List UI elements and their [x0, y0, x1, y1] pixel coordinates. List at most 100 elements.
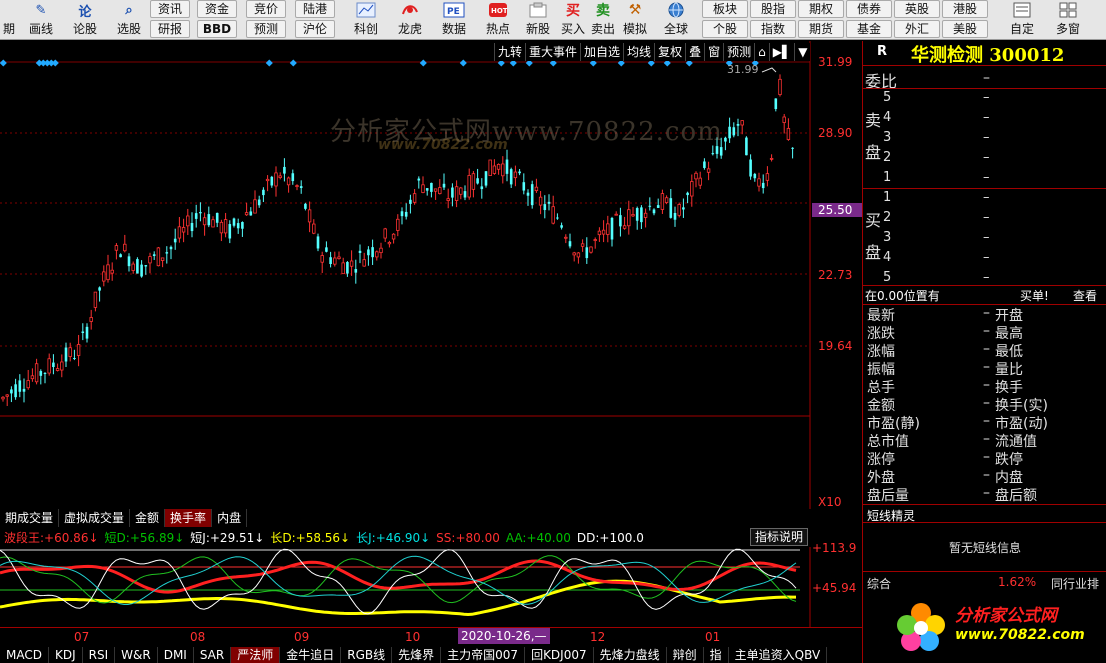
quote-label-right: 盘后额 [995, 488, 1037, 504]
indicator-tab-12[interactable]: 先烽力盘线 [594, 647, 667, 663]
toolbar-mid-4[interactable]: 新股 [518, 0, 558, 40]
indicator-tab-6[interactable]: 严法师 [231, 647, 281, 663]
toolbar-button-0[interactable]: 期 [0, 0, 18, 40]
quote-label-right: 最低 [995, 344, 1023, 360]
market-top-2[interactable]: 期权 [798, 0, 844, 18]
market-bottom-2[interactable]: 期货 [798, 20, 844, 38]
indicator-tab-13[interactable]: 辩创 [667, 647, 704, 663]
indicator-tab-8[interactable]: RGB线 [341, 647, 393, 663]
volume-tab-2[interactable]: 金额 [130, 509, 166, 527]
quote-value-left: – [983, 413, 990, 429]
global-button[interactable]: 全球 [660, 0, 692, 40]
toolbar: 期 ✎ 画线论论股 ⌕ 选股 资讯 资金 竞价 陆港研报 BBD 预测 沪伦 科创 龙虎 PE 数据 HOT… [0, 0, 1106, 40]
price-axis-label-4: 19.64 [818, 339, 853, 353]
quote-label-right: 市盈(动) [995, 416, 1048, 432]
market-top-4[interactable]: 英股 [894, 0, 940, 18]
dragon-tiger-icon [399, 1, 421, 19]
toolbar-grid-top-0[interactable]: 资讯 [150, 0, 190, 18]
volume-tab-1[interactable]: 虚拟成交量 [59, 509, 131, 527]
quote-label-right: 开盘 [995, 308, 1023, 324]
indicator-tab-4[interactable]: DMI [158, 647, 194, 663]
market-top-1[interactable]: 股指 [750, 0, 796, 18]
indicator-tab-10[interactable]: 主力帝国007 [441, 647, 526, 663]
toolbar-right-1[interactable]: 多窗 [1046, 0, 1090, 40]
quote-value-left: – [983, 341, 990, 357]
market-top-0[interactable]: 板块 [702, 0, 748, 18]
summary-label: 综合 [867, 577, 892, 591]
indicator-tab-11[interactable]: 回KDJ007 [525, 647, 594, 663]
toolbar-grid-bottom-2[interactable]: 预测 [246, 20, 286, 38]
indicator-value-3: 长D:+58.56↓ [270, 531, 351, 545]
indicator-help-button[interactable]: 指标说明 [750, 528, 809, 546]
chart-menu-item-8[interactable]: ⌂ [754, 43, 769, 61]
sell-side-label-1: 卖 [865, 111, 882, 130]
market-bottom-1[interactable]: 指数 [750, 20, 796, 38]
kline-chart[interactable]: 分析家公式网www.70822.com www.70822.com 九转 重大事件… [0, 41, 862, 509]
industry-rank-button[interactable]: 同行业排 [1051, 575, 1099, 592]
toolbar-grid-bottom-1[interactable]: BBD [197, 20, 237, 38]
chart-menu-item-1[interactable]: 重大事件 [525, 43, 580, 61]
toolbar-grid-bottom-0[interactable]: 研报 [150, 20, 190, 38]
volume-tab-0[interactable]: 期成交量 [0, 509, 60, 527]
toolbar-button-3[interactable]: ⌕ 选股 [108, 0, 150, 40]
chart-menu-item-10[interactable]: ▼ [794, 43, 810, 61]
chart-menu-item-2[interactable]: 加自选 [580, 43, 623, 61]
chart-menu-item-0[interactable]: 九转 [494, 43, 525, 61]
toolbar-button-2[interactable]: 论论股 [64, 0, 106, 40]
chart-menu-item-9[interactable]: ▶▌ [768, 43, 794, 61]
toolbar-mid-label: 新股 [525, 22, 550, 36]
sell-level: 1 [883, 170, 892, 185]
toolbar-trade-2[interactable]: ⚒ 模拟 [620, 0, 650, 40]
toolbar-trade-1[interactable]: 卖卖出 [588, 0, 618, 40]
toolbar-grid-top-1[interactable]: 资金 [197, 0, 237, 18]
indicator-tab-5[interactable]: SAR [194, 647, 232, 663]
price-axis-label-2: 25.50 [812, 203, 862, 217]
chart-menu-item-5[interactable]: 叠 [685, 43, 704, 61]
toolbar-right-0[interactable]: 自定 [1000, 0, 1044, 40]
summary-row: 综合 1.62% 同行业排 [863, 573, 1106, 591]
indicator-tab-15[interactable]: 主单追资入QBV [729, 647, 828, 663]
summary-value: 1.62% [998, 575, 1037, 589]
view-link[interactable]: 查看 [1073, 287, 1097, 304]
market-bottom-5[interactable]: 美股 [942, 20, 988, 38]
volume-tab-4[interactable]: 内盘 [212, 509, 248, 527]
indicator-tab-3[interactable]: W&R [115, 647, 158, 663]
market-bottom-0[interactable]: 个股 [702, 20, 748, 38]
toolbar-grid-top-3[interactable]: 陆港 [295, 0, 335, 18]
stock-picker-icon: ⌕ [125, 2, 133, 18]
indicator-tab-14[interactable]: 指 [704, 647, 729, 663]
date-tick-5: 01 [705, 630, 721, 644]
market-top-3[interactable]: 债券 [846, 0, 892, 18]
toolbar-grid-bottom-3[interactable]: 沪伦 [295, 20, 335, 38]
quote-value-left: – [983, 431, 990, 447]
indicator-tab-7[interactable]: 金牛追日 [280, 647, 342, 663]
volume-tab-3[interactable]: 换手率 [165, 509, 213, 527]
indicator-tab-1[interactable]: KDJ [49, 647, 83, 663]
indicator-tab-9[interactable]: 先烽界 [392, 647, 442, 663]
buy-level: 5 [883, 270, 892, 285]
chart-menu-item-7[interactable]: 预测 [723, 43, 754, 61]
toolbar-mid-2[interactable]: PE 数据 [434, 0, 474, 40]
draw-line-icon: ✎ [35, 2, 47, 18]
indicator-tab-2[interactable]: RSI [83, 647, 116, 663]
indicator-tab-0[interactable]: MACD [0, 647, 49, 663]
price-axis-label-3: 22.73 [818, 268, 853, 282]
toolbar-mid-0[interactable]: 科创 [346, 0, 386, 40]
chart-menu-item-6[interactable]: 窗 [704, 43, 723, 61]
buy-level-value: – [983, 250, 990, 265]
date-axis: 07 08 09 10 12 01 [0, 627, 862, 645]
date-tick-3: 10 [405, 630, 421, 644]
market-top-5[interactable]: 港股 [942, 0, 988, 18]
toolbar-button-1[interactable]: ✎ 画线 [20, 0, 62, 40]
toolbar-mid-3[interactable]: HOT 热点 [478, 0, 518, 40]
market-bottom-4[interactable]: 外汇 [894, 20, 940, 38]
toolbar-mid-1[interactable]: 龙虎 [390, 0, 430, 40]
chart-menu-item-3[interactable]: 均线 [623, 43, 654, 61]
market-bottom-3[interactable]: 基金 [846, 20, 892, 38]
candlestick [136, 257, 139, 274]
toolbar-grid-top-2[interactable]: 竞价 [246, 0, 286, 18]
stock-header: R 华测检测 300012 [863, 41, 1106, 66]
toolbar-trade-0[interactable]: 买买入 [558, 0, 588, 40]
indicator-axis-top: +113.9 [812, 541, 857, 555]
chart-menu-item-4[interactable]: 复权 [654, 43, 685, 61]
